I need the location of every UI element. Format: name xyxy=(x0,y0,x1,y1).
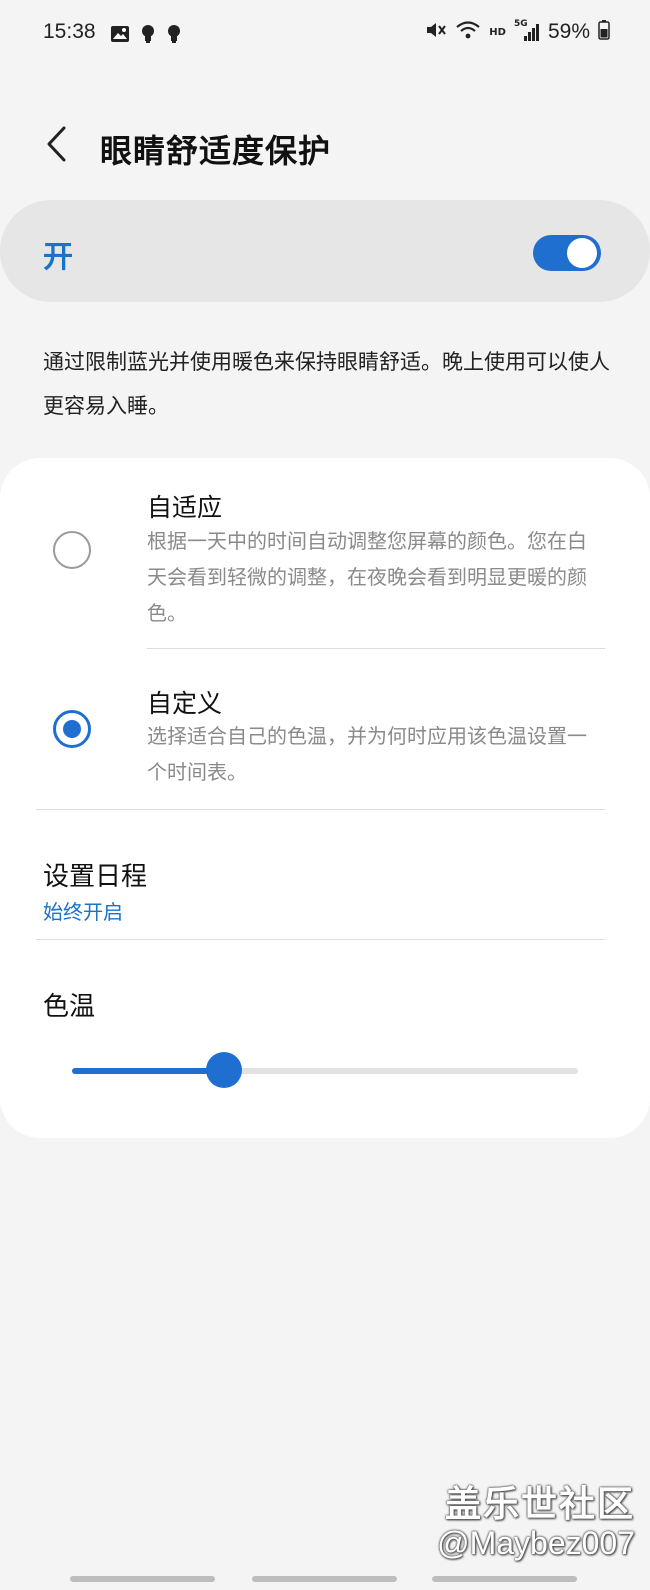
slider-thumb[interactable] xyxy=(205,1052,242,1088)
color-temperature-title: 色温 xyxy=(43,992,96,1022)
wifi-icon xyxy=(455,20,481,44)
back-button[interactable] xyxy=(38,122,74,166)
option-custom-title: 自定义 xyxy=(147,689,223,718)
color-temperature-slider[interactable] xyxy=(72,1052,578,1088)
settings-card: 自适应 根据一天中的时间自动调整您屏幕的颜色。您在白天会看到轻微的调整，在夜晚会… xyxy=(0,458,650,1138)
option-custom-description: 选择适合自己的色温，并为何时应用该色温设置一个时间表。 xyxy=(147,724,587,784)
app-header: 眼睛舒适度保护 xyxy=(0,110,650,180)
hd-label: HD xyxy=(489,26,506,38)
radio-adaptive[interactable] xyxy=(53,531,91,569)
schedule-value: 始终开启 xyxy=(43,900,123,924)
chevron-left-icon xyxy=(47,126,66,162)
radio-custom[interactable] xyxy=(53,710,91,748)
radio-selected-dot xyxy=(63,720,81,738)
slider-fill xyxy=(72,1068,224,1074)
option-adaptive-title: 自适应 xyxy=(147,493,223,522)
divider xyxy=(36,809,605,810)
bulb-icon xyxy=(166,24,182,48)
master-switch-label: 开 xyxy=(43,240,73,275)
mute-icon xyxy=(425,20,447,44)
back-nav-handle[interactable] xyxy=(432,1576,577,1582)
watermark-author: @Maybez007 xyxy=(437,1525,635,1561)
status-time: 15:38 xyxy=(43,20,96,43)
page-title: 眼睛舒适度保护 xyxy=(100,132,332,170)
divider xyxy=(36,939,605,940)
navigation-bar xyxy=(0,1572,650,1590)
gallery-icon xyxy=(110,25,130,47)
schedule-title: 设置日程 xyxy=(43,862,148,892)
status-indicators: HD 5G 59% xyxy=(425,19,610,44)
status-bar: 15:38 HD 5G 59% xyxy=(0,0,650,70)
option-custom[interactable]: 自定义 选择适合自己的色温，并为何时应用该色温设置一个时间表。 xyxy=(0,648,650,808)
notification-icons xyxy=(110,24,182,48)
bulb-icon xyxy=(140,24,156,48)
watermark-community: 盖乐世社区 xyxy=(444,1484,635,1525)
toggle-knob xyxy=(567,238,597,268)
battery-percent: 59% xyxy=(547,20,590,43)
battery-icon xyxy=(598,20,610,44)
master-switch-row[interactable]: 开 xyxy=(0,200,650,302)
feature-description: 通过限制蓝光并使用暖色来保持眼睛舒适。晚上使用可以使人更容易入睡。 xyxy=(43,350,610,418)
home-nav-handle[interactable] xyxy=(252,1576,397,1582)
option-adaptive[interactable]: 自适应 根据一天中的时间自动调整您屏幕的颜色。您在白天会看到轻微的调整，在夜晚会… xyxy=(0,458,650,648)
signal-icon: 5G xyxy=(514,19,540,43)
recents-nav-handle[interactable] xyxy=(70,1576,215,1582)
option-adaptive-description: 根据一天中的时间自动调整您屏幕的颜色。您在白天会看到轻微的调整，在夜晚会看到明显… xyxy=(147,529,587,625)
master-toggle[interactable] xyxy=(533,235,601,271)
settings-page: 15:38 HD 5G 59% 眼睛舒适度保护 开 通过限制蓝光并使用暖色来保持… xyxy=(0,0,650,1590)
